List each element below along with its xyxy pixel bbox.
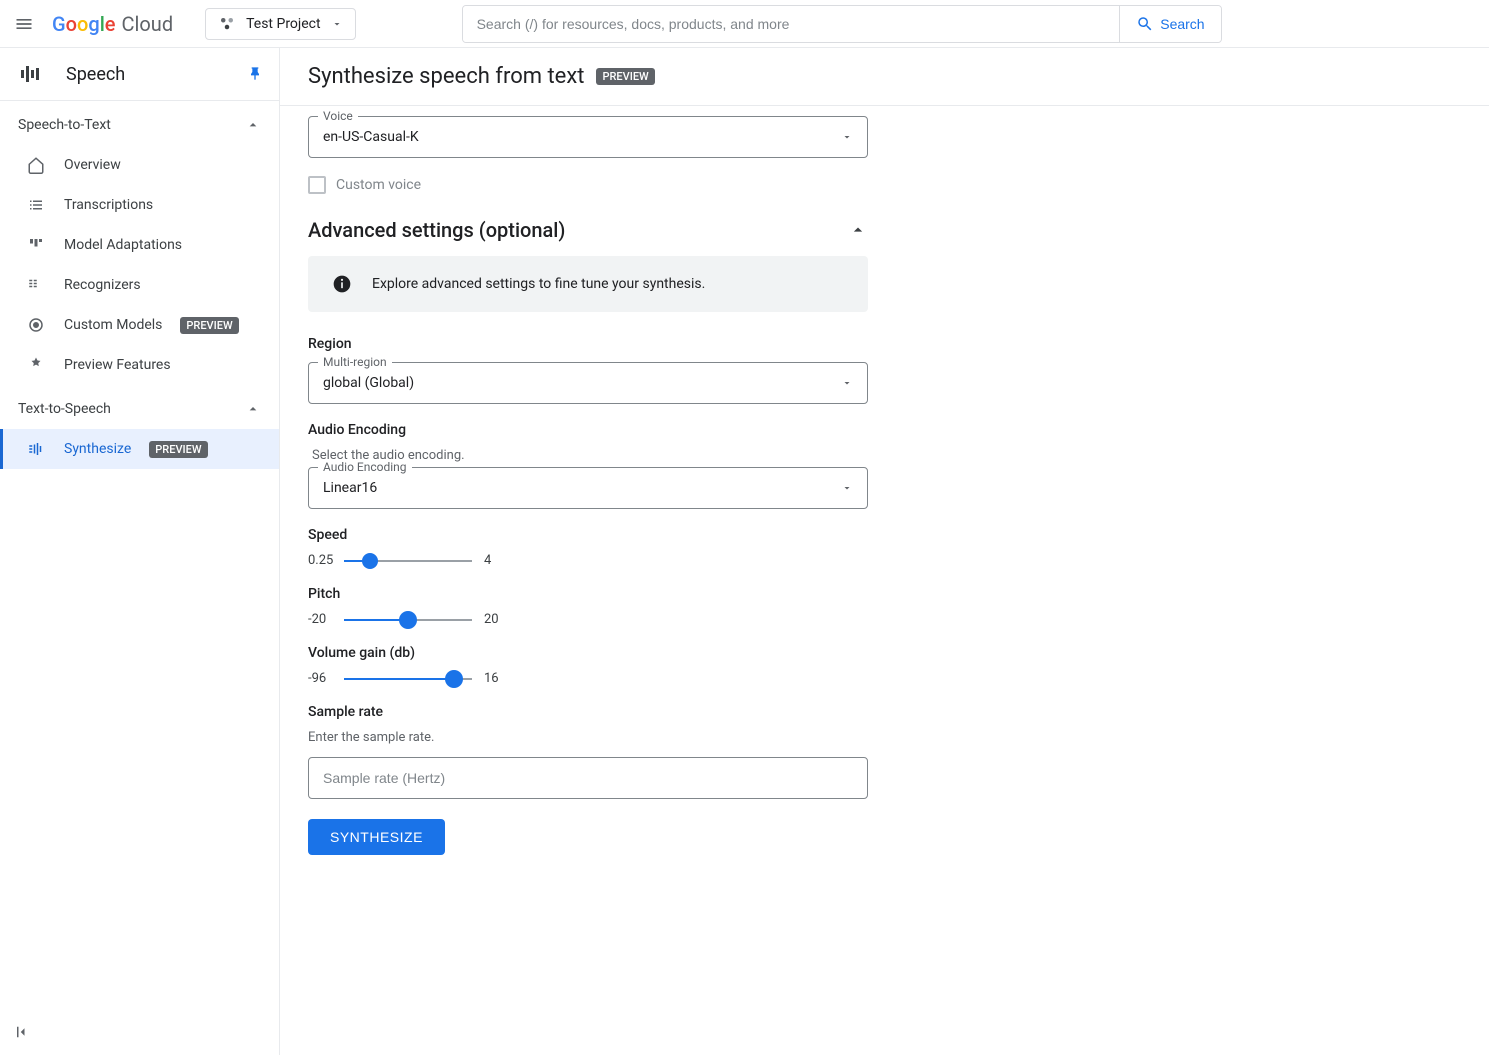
speech-product-icon <box>18 62 42 86</box>
custom-voice-label: Custom voice <box>336 177 421 193</box>
slider-thumb[interactable] <box>362 553 378 569</box>
sample-rate-input[interactable] <box>308 757 868 799</box>
nav-item-custom-models[interactable]: Custom Models PREVIEW <box>0 305 279 345</box>
multi-region-field-label: Multi-region <box>318 355 392 369</box>
slider-thumb[interactable] <box>399 611 417 629</box>
speed-max: 4 <box>484 553 508 568</box>
nav-item-label: Preview Features <box>64 357 171 373</box>
content-header: Synthesize speech from text PREVIEW <box>280 48 1489 106</box>
volume-slider[interactable] <box>344 678 472 680</box>
search-button-label: Search <box>1160 16 1204 32</box>
top-bar: Google Cloud Test Project Search <box>0 0 1489 48</box>
slider-thumb[interactable] <box>445 670 463 688</box>
audio-encoding-value: Linear16 <box>323 480 377 496</box>
nav-group-text-to-speech[interactable]: Text-to-Speech <box>0 389 279 429</box>
chevron-down-icon <box>331 18 343 30</box>
nav-item-recognizers[interactable]: Recognizers <box>0 265 279 305</box>
audio-encoding-label: Audio Encoding <box>308 422 1152 438</box>
pitch-label: Pitch <box>308 586 1152 602</box>
pitch-slider[interactable] <box>344 619 472 621</box>
nav-item-overview[interactable]: Overview <box>0 145 279 185</box>
search-button[interactable]: Search <box>1119 6 1220 42</box>
info-icon <box>332 274 352 294</box>
project-selector[interactable]: Test Project <box>205 8 355 40</box>
speed-slider-row: 0.25 4 <box>308 553 508 568</box>
multi-region-value: global (Global) <box>323 375 414 391</box>
logo-cloud-text: Cloud <box>122 12 174 36</box>
region-label: Region <box>308 336 1152 352</box>
synthesize-button[interactable]: SYNTHESIZE <box>308 819 445 855</box>
chevron-up-icon <box>245 117 261 133</box>
voice-field-label: Voice <box>318 109 358 123</box>
pitch-max: 20 <box>484 612 508 627</box>
speed-slider[interactable] <box>344 560 472 562</box>
menu-icon[interactable] <box>12 12 36 36</box>
volume-min: -96 <box>308 671 332 686</box>
audio-encoding-field-label: Audio Encoding <box>318 460 412 474</box>
sidebar-title: Speech <box>66 64 125 85</box>
list-icon <box>26 195 46 215</box>
sample-rate-label: Sample rate <box>308 704 1152 720</box>
nav-item-model-adaptations[interactable]: Model Adaptations <box>0 225 279 265</box>
home-icon <box>26 155 46 175</box>
adaptation-icon <box>26 235 46 255</box>
volume-max: 16 <box>484 671 508 686</box>
audio-encoding-help: Select the audio encoding. <box>312 448 1152 463</box>
chevron-down-icon <box>841 131 853 143</box>
pin-icon[interactable] <box>247 66 263 82</box>
voice-select[interactable]: en-US-Casual-K <box>308 116 868 158</box>
nav-item-label: Transcriptions <box>64 197 153 213</box>
preview-badge: PREVIEW <box>180 317 238 334</box>
nav-item-label: Recognizers <box>64 277 141 293</box>
search-icon <box>1136 15 1154 33</box>
advanced-settings-header[interactable]: Advanced settings (optional) <box>308 218 868 242</box>
info-banner: Explore advanced settings to fine tune y… <box>308 256 868 312</box>
nav-item-label: Custom Models <box>64 317 162 333</box>
search-wrap: Search <box>462 5 1222 43</box>
project-name: Test Project <box>246 16 320 32</box>
nav-group-label: Speech-to-Text <box>18 117 111 133</box>
sidebar-header: Speech <box>0 48 279 101</box>
page-title: Synthesize speech from text <box>308 64 584 89</box>
speed-min: 0.25 <box>308 553 332 568</box>
nav-item-label: Model Adaptations <box>64 237 182 253</box>
volume-label: Volume gain (db) <box>308 645 1152 661</box>
custom-voice-row: Custom voice <box>308 176 1152 194</box>
nav-item-label: Synthesize <box>64 441 131 457</box>
multi-region-select[interactable]: global (Global) <box>308 362 868 404</box>
voice-select-value: en-US-Casual-K <box>323 129 419 145</box>
nav-group-speech-to-text[interactable]: Speech-to-Text <box>0 105 279 145</box>
chevron-down-icon <box>841 482 853 494</box>
nav-item-preview-features[interactable]: Preview Features <box>0 345 279 385</box>
synthesize-icon <box>26 439 46 459</box>
custom-voice-checkbox[interactable] <box>308 176 326 194</box>
sidebar: Speech Speech-to-Text Overview Transcrip… <box>0 48 280 1055</box>
preview-badge: PREVIEW <box>149 441 207 458</box>
advanced-settings-title: Advanced settings (optional) <box>308 218 565 242</box>
preview-features-icon <box>26 355 46 375</box>
speed-label: Speed <box>308 527 1152 543</box>
chevron-down-icon <box>841 377 853 389</box>
google-cloud-logo[interactable]: Google Cloud <box>52 12 173 36</box>
volume-slider-row: -96 16 <box>308 671 508 686</box>
collapse-icon <box>14 1023 32 1041</box>
content-area: Synthesize speech from text PREVIEW Voic… <box>280 48 1489 1055</box>
project-hex-icon <box>218 15 236 33</box>
custom-models-icon <box>26 315 46 335</box>
pitch-min: -20 <box>308 612 332 627</box>
nav-item-transcriptions[interactable]: Transcriptions <box>0 185 279 225</box>
chevron-up-icon <box>245 401 261 417</box>
recognizers-icon <box>26 275 46 295</box>
nav-item-label: Overview <box>64 157 121 173</box>
nav-item-synthesize[interactable]: Synthesize PREVIEW <box>0 429 279 469</box>
sample-rate-help: Enter the sample rate. <box>308 730 1152 745</box>
nav-group-label: Text-to-Speech <box>18 401 111 417</box>
info-text: Explore advanced settings to fine tune y… <box>372 276 705 292</box>
collapse-sidebar-button[interactable] <box>0 1013 46 1055</box>
search-input[interactable] <box>463 6 1120 42</box>
page-preview-badge: PREVIEW <box>596 68 654 85</box>
pitch-slider-row: -20 20 <box>308 612 508 627</box>
chevron-up-icon <box>848 220 868 240</box>
